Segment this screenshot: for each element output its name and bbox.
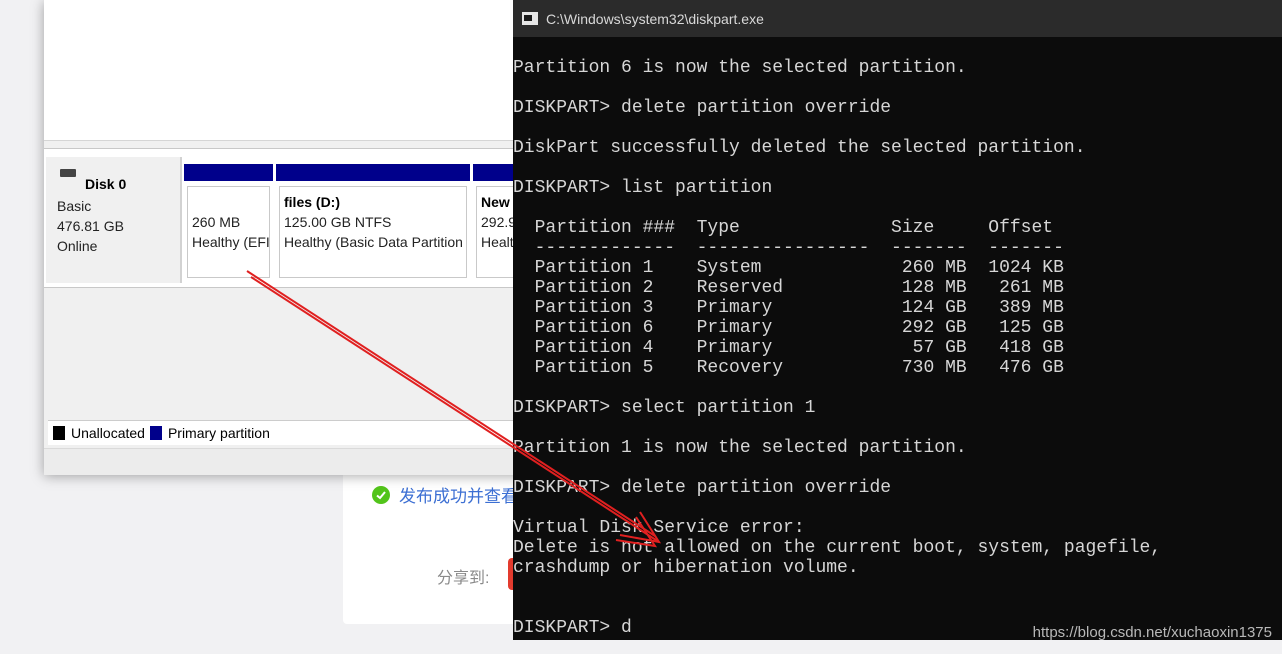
primary-partition-swatch [149, 426, 162, 440]
partition-files-d[interactable]: files (D:) 125.00 GB NTFS Healthy (Basic… [276, 164, 470, 286]
partition-status: Healthy (Basic Data Partition [284, 234, 463, 250]
console-line: DISKPART> delete partition override [513, 98, 892, 118]
disk-size: 476.81 GB [57, 218, 124, 234]
partition-bar [184, 164, 273, 181]
console-line: DISKPART> delete partition override [513, 478, 892, 498]
console-line: Partition 1 is now the selected partitio… [513, 438, 967, 458]
console-line: Partition 4 Primary 57 GB 418 GB [513, 338, 1064, 358]
disk-status: Online [57, 238, 98, 254]
console-line: Virtual Disk Service error: [513, 518, 805, 538]
disk-title: Disk 0 [85, 176, 127, 192]
disk-label[interactable]: Disk 0 Basic 476.81 GB Online [46, 157, 182, 283]
partition-name: files (D:) [284, 194, 340, 210]
partition-status: Healthy (EFI [192, 234, 270, 250]
legend: Unallocated Primary partition [48, 420, 520, 445]
partition-name: New [481, 194, 510, 210]
partition-status: Healt [481, 234, 514, 250]
unallocated-swatch [53, 426, 65, 440]
console-line: ------------- ---------------- ------- -… [513, 238, 1064, 258]
console-line: crashdump or hibernation volume. [513, 558, 859, 578]
console-line: DiskPart successfully deleted the select… [513, 138, 1086, 158]
console-line: Partition 6 is now the selected partitio… [513, 58, 967, 78]
publish-status[interactable]: 发布成功并查看 [372, 482, 518, 507]
console-titlebar[interactable]: C:\Windows\system32\diskpart.exe [513, 0, 1282, 37]
console-line: Partition 5 Recovery 730 MB 476 GB [513, 358, 1064, 378]
partition-size: 260 MB [192, 214, 241, 230]
console-app-icon [522, 12, 538, 25]
publish-success-link[interactable]: 发布成功并查看 [399, 482, 518, 507]
console-output[interactable]: Partition 6 is now the selected partitio… [513, 58, 1161, 638]
console-line: DISKPART> select partition 1 [513, 398, 816, 418]
disk-row: Disk 0 Basic 476.81 GB Online 260 MB Hea… [44, 148, 524, 288]
disk-icon [60, 169, 76, 177]
legend-unallocated-label: Unallocated [71, 425, 145, 441]
partition-efi[interactable]: 260 MB Healthy (EFI [184, 164, 273, 286]
console-line: Partition 6 Primary 292 GB 125 GB [513, 318, 1064, 338]
watermark: https://blog.csdn.net/xuchaoxin1375 [1032, 624, 1272, 641]
console-line: Partition 3 Primary 124 GB 389 MB [513, 298, 1064, 318]
console-line: Partition ### Type Size Offset [513, 218, 1054, 238]
console-line: DISKPART> list partition [513, 178, 773, 198]
success-check-icon [372, 485, 390, 504]
partition-body: 260 MB Healthy (EFI [187, 186, 270, 278]
partition-size: 292.9 [481, 214, 517, 230]
diskpart-console-window[interactable]: C:\Windows\system32\diskpart.exe Partiti… [513, 0, 1282, 641]
status-strip [44, 448, 524, 475]
disk-info: Basic 476.81 GB Online [57, 196, 124, 256]
share-label: 分享到: [437, 570, 490, 587]
disk-type: Basic [57, 198, 92, 214]
console-line: Partition 1 System 260 MB 1024 KB [513, 258, 1064, 278]
partition-body: files (D:) 125.00 GB NTFS Healthy (Basic… [279, 186, 467, 278]
console-line: Delete is not allowed on the current boo… [513, 538, 1162, 558]
disk-management-window: Disk 0 Basic 476.81 GB Online 260 MB Hea… [44, 0, 524, 475]
console-line: Partition 2 Reserved 128 MB 261 MB [513, 278, 1064, 298]
legend-primary-label: Primary partition [167, 425, 270, 441]
partition-bar [276, 164, 470, 181]
partition-name [192, 192, 265, 212]
volume-list-pane [44, 0, 524, 141]
console-title: C:\Windows\system32\diskpart.exe [546, 10, 764, 27]
partition-size: 125.00 GB NTFS [284, 214, 392, 230]
